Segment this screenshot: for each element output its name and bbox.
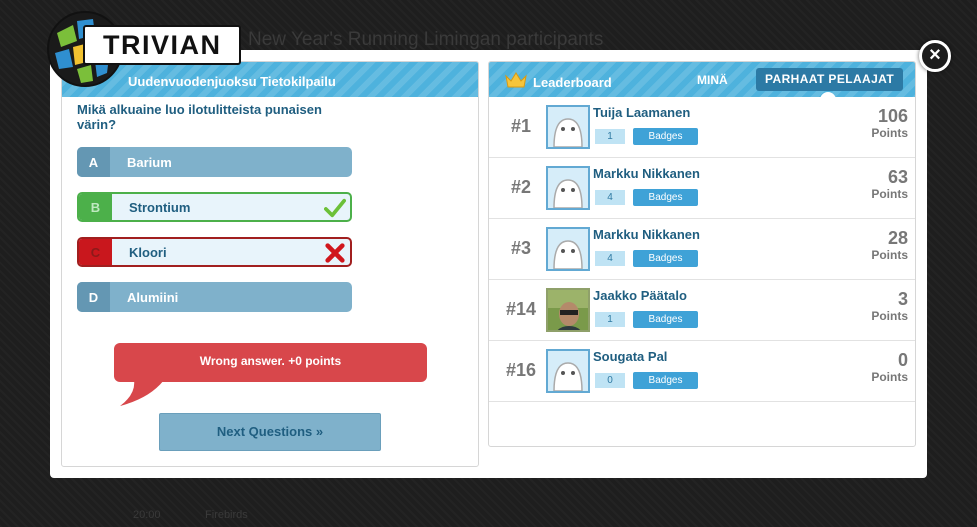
leaderboard-row: #1 Tuija Laamanen 1 Badges 106 Points — [489, 97, 915, 158]
rank-label: #2 — [510, 177, 532, 197]
leaderboard-row: #3 Markku Nikkanen 4 Badges 28 Points — [489, 219, 915, 280]
question-panel: Uudenvuodenjuoksu Tietokilpailu Mikä alk… — [61, 61, 479, 467]
answer-option-b[interactable]: B Strontium — [77, 192, 352, 222]
points-label: Points — [871, 309, 908, 323]
checkmark-icon — [324, 198, 346, 218]
leaderboard-row: #2 Markku Nikkanen 4 Badges 63 Points — [489, 158, 915, 219]
rank-label: #1 — [510, 116, 532, 136]
avatar[interactable] — [546, 166, 590, 210]
rank-label: #3 — [510, 238, 532, 258]
answer-option-c[interactable]: C Kloori — [77, 237, 352, 267]
leaderboard-panel: Leaderboard MINÄ PARHAAT PELAAJAT #1 Tui… — [488, 61, 916, 447]
points-label: Points — [871, 370, 908, 384]
points: 3 Points — [871, 289, 908, 323]
badge-count: 0 — [595, 373, 625, 388]
badges-button[interactable]: Badges — [633, 250, 698, 267]
crown-icon — [505, 72, 527, 88]
badge-count: 1 — [595, 312, 625, 327]
rank-label: #14 — [505, 299, 537, 319]
points-value: 28 — [887, 228, 908, 248]
tab-me[interactable]: MINÄ — [697, 73, 728, 87]
default-avatar-icon — [548, 168, 588, 208]
answer-text: Kloori — [129, 244, 167, 260]
answer-text: Strontium — [129, 199, 191, 215]
speech-bubble-tail — [120, 380, 164, 406]
player-name[interactable]: Markku Nikkanen — [593, 227, 700, 242]
points: 106 Points — [871, 106, 908, 140]
answer-letter: D — [77, 282, 110, 312]
answer-letter: A — [77, 147, 110, 177]
background-page-title: New Year's Running Limingan participants — [248, 29, 604, 50]
answer-letter: C — [79, 239, 112, 265]
points-value: 106 — [877, 106, 908, 126]
tab-best-players[interactable]: PARHAAT PELAAJAT — [756, 68, 904, 91]
points-value: 63 — [887, 167, 908, 187]
player-name[interactable]: Jaakko Päätalo — [593, 288, 687, 303]
answer-option-d[interactable]: D Alumiini — [77, 282, 352, 312]
badge-count: 4 — [595, 251, 625, 266]
user-photo-avatar — [548, 290, 588, 330]
close-button[interactable]: × — [919, 40, 951, 72]
points: 63 Points — [871, 167, 908, 201]
background-footer-time: 20:00 — [133, 509, 161, 521]
leaderboard-row: #14 Jaakko Päätalo 1 Badges 3 Points — [489, 280, 915, 341]
badges-button[interactable]: Badges — [633, 311, 698, 328]
points: 0 Points — [871, 350, 908, 384]
points-label: Points — [871, 126, 908, 140]
points-label: Points — [871, 187, 908, 201]
badges-button[interactable]: Badges — [633, 189, 698, 206]
badge-count: 1 — [595, 129, 625, 144]
avatar[interactable] — [546, 288, 590, 332]
feedback-bubble: Wrong answer. +0 points — [114, 343, 427, 382]
next-questions-button[interactable]: Next Questions » — [159, 413, 381, 451]
player-name[interactable]: Tuija Laamanen — [593, 105, 690, 120]
avatar[interactable] — [546, 227, 590, 271]
trivian-logo[interactable]: TRIVIAN — [47, 11, 247, 91]
player-name[interactable]: Sougata Pal — [593, 349, 667, 364]
default-avatar-icon — [548, 229, 588, 269]
points-label: Points — [871, 248, 908, 262]
logo-wordmark: TRIVIAN — [83, 25, 241, 65]
avatar[interactable] — [546, 349, 590, 393]
question-text: Mikä alkuaine luo ilotulitteista punaise… — [77, 102, 322, 132]
quiz-modal: Uudenvuodenjuoksu Tietokilpailu Mikä alk… — [50, 50, 927, 478]
leaderboard-header: Leaderboard MINÄ PARHAAT PELAAJAT — [489, 62, 915, 100]
points-value: 3 — [897, 289, 908, 309]
badge-count: 4 — [595, 190, 625, 205]
background-footer-team: Firebirds — [205, 509, 248, 521]
answer-letter: B — [79, 194, 112, 220]
default-avatar-icon — [548, 107, 588, 147]
answer-option-a[interactable]: A Barium — [77, 147, 352, 177]
badges-button[interactable]: Badges — [633, 372, 698, 389]
default-avatar-icon — [548, 351, 588, 391]
points: 28 Points — [871, 228, 908, 262]
cross-icon — [325, 243, 345, 263]
rank-label: #16 — [505, 360, 537, 380]
answer-text: Alumiini — [127, 289, 179, 305]
points-value: 0 — [897, 350, 908, 370]
player-name[interactable]: Markku Nikkanen — [593, 166, 700, 181]
answer-text: Barium — [127, 154, 172, 170]
avatar[interactable] — [546, 105, 590, 149]
leaderboard-title: Leaderboard — [533, 75, 612, 90]
leaderboard-row: #16 Sougata Pal 0 Badges 0 Points — [489, 341, 915, 402]
badges-button[interactable]: Badges — [633, 128, 698, 145]
